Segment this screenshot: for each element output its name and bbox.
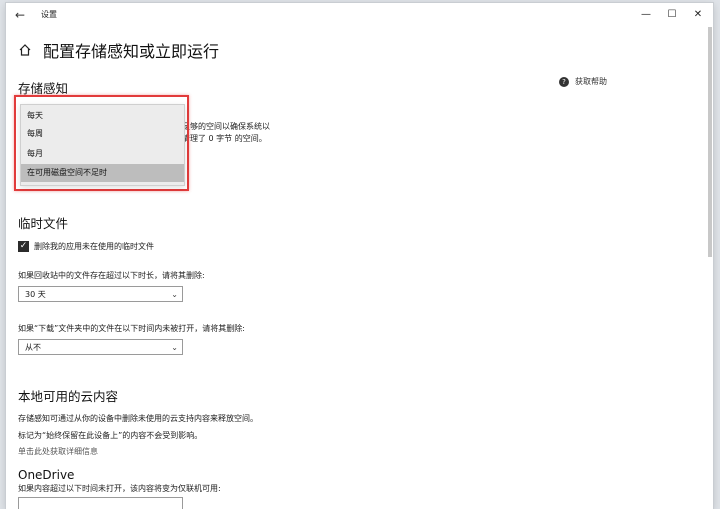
close-button[interactable]: ✕ — [685, 5, 711, 25]
onedrive-label: 如果内容超过以下时间未打开，该内容将变为仅联机可用: — [18, 484, 221, 493]
delete-temp-files-row[interactable]: ✓ 删除我的应用未在使用的临时文件 — [18, 241, 154, 252]
home-icon[interactable] — [18, 43, 32, 57]
details-link[interactable]: 单击此处获取详细信息 — [18, 446, 98, 457]
onedrive-title: OneDrive — [18, 468, 75, 482]
recycle-bin-value: 30 天 — [25, 290, 46, 299]
get-help-link[interactable]: ? 获取帮助 — [559, 76, 607, 87]
onedrive-select[interactable] — [18, 497, 183, 509]
page-title: 配置存储感知或立即运行 — [43, 42, 220, 61]
temp-files-heading: 临时文件 — [18, 216, 69, 231]
recycle-bin-select[interactable]: 30 天 ⌄ — [18, 286, 183, 302]
settings-window: ← 设置 — ☐ ✕ 配置存储感知或立即运行 ? 获取帮助 存储感知 足够的空间… — [6, 3, 713, 509]
delete-temp-files-checkbox[interactable]: ✓ — [18, 241, 29, 252]
scrollbar[interactable] — [708, 27, 712, 257]
title-bar: ← 设置 — ☐ ✕ — [6, 3, 713, 27]
storage-sense-desc-line1: 足够的空间以确保系统以 — [182, 122, 270, 131]
run-frequency-dropdown[interactable]: 每天 每周 每月 在可用磁盘空间不足时 — [20, 104, 185, 186]
get-help-label: 获取帮助 — [575, 77, 607, 86]
maximize-button[interactable]: ☐ — [659, 5, 685, 25]
dropdown-option-daily[interactable]: 每天 — [21, 107, 184, 125]
minimize-button[interactable]: — — [633, 5, 659, 25]
dropdown-option-weekly[interactable]: 每周 — [21, 125, 184, 143]
dropdown-option-monthly[interactable]: 每月 — [21, 145, 184, 163]
back-arrow-icon[interactable]: ← — [11, 6, 29, 24]
app-title: 设置 — [41, 10, 57, 19]
recycle-bin-label: 如果回收站中的文件存在超过以下时长，请将其删除: — [18, 271, 205, 280]
downloads-label: 如果“下载”文件夹中的文件在以下时间内未被打开，请将其删除: — [18, 324, 245, 333]
help-icon: ? — [559, 76, 569, 87]
cloud-desc-1: 存储感知可通过从你的设备中删除未使用的云支持内容来释放空间。 — [18, 414, 258, 423]
storage-sense-desc-line2: 清理了 0 字节 的空间。 — [182, 134, 267, 143]
chevron-down-icon: ⌄ — [171, 290, 178, 299]
cloud-desc-2: 标记为“始终保留在此设备上”的内容不会受到影响。 — [18, 431, 203, 440]
delete-temp-files-label: 删除我的应用未在使用的临时文件 — [34, 242, 154, 251]
downloads-select[interactable]: 从不 ⌄ — [18, 339, 183, 355]
chevron-down-icon: ⌄ — [171, 343, 178, 352]
cloud-content-heading: 本地可用的云内容 — [18, 389, 119, 404]
downloads-value: 从不 — [25, 343, 41, 352]
dropdown-option-low-space[interactable]: 在可用磁盘空间不足时 — [21, 164, 184, 182]
storage-sense-description: 足够的空间以确保系统以 清理了 0 字节 的空间。 — [182, 121, 270, 145]
